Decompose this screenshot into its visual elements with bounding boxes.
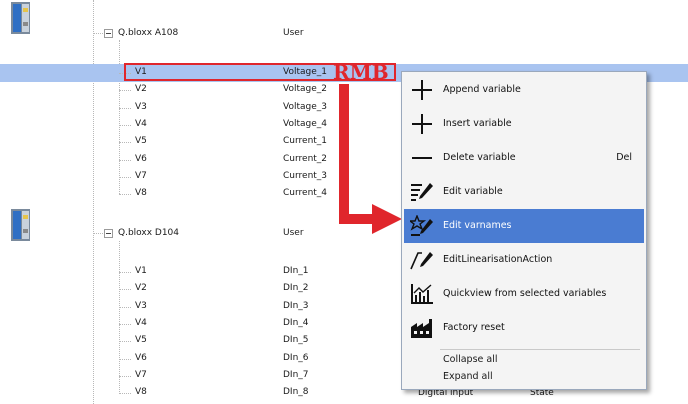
variable-id[interactable]: V2 bbox=[135, 283, 147, 293]
menu-item-label: Edit variable bbox=[443, 186, 503, 197]
tree-connector bbox=[93, 233, 103, 234]
variable-id[interactable]: V5 bbox=[135, 335, 147, 345]
tree-connector bbox=[119, 323, 131, 325]
variable-id[interactable]: V4 bbox=[135, 119, 147, 129]
edit-list-icon bbox=[411, 183, 433, 201]
menu-item-insert-variable[interactable]: Insert variable bbox=[404, 107, 644, 141]
group-type: User bbox=[283, 28, 304, 38]
menu-item-label: Expand all bbox=[443, 371, 493, 382]
collapse-toggle[interactable] bbox=[104, 229, 113, 238]
variable-name[interactable]: Current_2 bbox=[283, 154, 327, 164]
menu-item-edit-linearisation-action[interactable]: EditLinearisationAction bbox=[404, 243, 644, 277]
menu-item-quickview[interactable]: Quickview from selected variables bbox=[404, 277, 644, 311]
variable-name[interactable]: Voltage_2 bbox=[283, 84, 327, 94]
factory-icon bbox=[411, 319, 432, 338]
variable-name[interactable]: Voltage_4 bbox=[283, 119, 327, 129]
variable-name[interactable]: DIn_6 bbox=[283, 353, 309, 363]
minus-icon bbox=[412, 157, 432, 159]
tree-connector bbox=[119, 393, 131, 395]
device-module-icon bbox=[11, 209, 30, 241]
menu-separator bbox=[440, 349, 640, 350]
menu-item-label: Delete variable bbox=[443, 152, 516, 163]
menu-item-label: EditLinearisationAction bbox=[443, 254, 553, 265]
tree-connector bbox=[119, 341, 131, 343]
tree-connector bbox=[119, 159, 131, 161]
variable-name[interactable]: DIn_5 bbox=[283, 335, 309, 345]
menu-item-label: Collapse all bbox=[443, 354, 498, 365]
group-name[interactable]: Q.bloxx D104 bbox=[118, 228, 179, 238]
variable-id[interactable]: V3 bbox=[135, 102, 147, 112]
device-module-icon bbox=[11, 2, 30, 34]
variable-name[interactable]: DIn_1 bbox=[283, 266, 309, 276]
variable-id[interactable]: V5 bbox=[135, 136, 147, 146]
menu-item-label: Edit varnames bbox=[443, 220, 512, 231]
variable-name[interactable]: DIn_4 bbox=[283, 318, 309, 328]
tree-connector bbox=[119, 375, 131, 377]
variable-name[interactable]: DIn_7 bbox=[283, 370, 309, 380]
variable-id[interactable]: V7 bbox=[135, 171, 147, 181]
variable-name[interactable]: Voltage_3 bbox=[283, 102, 327, 112]
variable-id[interactable]: V2 bbox=[135, 84, 147, 94]
variable-id[interactable]: V8 bbox=[135, 387, 147, 397]
tree-connector bbox=[119, 289, 131, 291]
menu-item-expand-all[interactable]: Expand all bbox=[404, 369, 644, 385]
menu-item-shortcut: Del bbox=[616, 152, 632, 163]
menu-item-delete-variable[interactable]: Delete variable Del bbox=[404, 141, 644, 175]
variable-id[interactable]: V3 bbox=[135, 301, 147, 311]
variable-id[interactable]: V8 bbox=[135, 188, 147, 198]
menu-item-label: Insert variable bbox=[443, 118, 512, 129]
menu-item-factory-reset[interactable]: Factory reset bbox=[404, 311, 644, 345]
group-name[interactable]: Q.bloxx A108 bbox=[118, 28, 178, 38]
edit-linear-icon bbox=[410, 252, 433, 270]
tree-connector bbox=[119, 124, 131, 126]
tree-connector bbox=[119, 107, 131, 109]
variable-id[interactable]: V4 bbox=[135, 318, 147, 328]
menu-item-edit-varnames[interactable]: Edit varnames bbox=[404, 209, 644, 243]
tree-guide-group2 bbox=[119, 241, 120, 394]
plus-icon bbox=[412, 114, 432, 134]
variable-id[interactable]: V7 bbox=[135, 370, 147, 380]
edit-star-icon bbox=[410, 215, 433, 236]
group-type: User bbox=[283, 228, 304, 238]
menu-item-label: Append variable bbox=[443, 84, 521, 95]
variable-name[interactable]: DIn_8 bbox=[283, 387, 309, 397]
chart-icon bbox=[411, 284, 433, 304]
tree-guide-root bbox=[93, 0, 94, 404]
variable-name[interactable]: Current_1 bbox=[283, 136, 327, 146]
context-menu: Append variable Insert variable Delete v… bbox=[401, 71, 647, 390]
menu-item-collapse-all[interactable]: Collapse all bbox=[404, 352, 644, 368]
variable-id[interactable]: V1 bbox=[135, 266, 147, 276]
tree-connector bbox=[119, 306, 131, 308]
menu-item-append-variable[interactable]: Append variable bbox=[404, 73, 644, 107]
tree-connector bbox=[119, 142, 131, 144]
tree-connector bbox=[119, 358, 131, 360]
menu-item-label: Factory reset bbox=[443, 322, 505, 333]
tree-connector bbox=[119, 90, 131, 92]
variable-id[interactable]: V6 bbox=[135, 353, 147, 363]
plus-icon bbox=[412, 80, 432, 100]
tree-connector bbox=[119, 176, 131, 178]
variable-name[interactable]: Current_3 bbox=[283, 171, 327, 181]
variable-name[interactable]: Current_4 bbox=[283, 188, 327, 198]
variable-name[interactable]: DIn_2 bbox=[283, 283, 309, 293]
annotation-arrow bbox=[339, 84, 402, 234]
annotation-label: RMB bbox=[333, 60, 389, 84]
variable-id[interactable]: V6 bbox=[135, 154, 147, 164]
menu-item-label: Quickview from selected variables bbox=[443, 288, 607, 299]
tree-connector bbox=[119, 272, 131, 273]
variable-name[interactable]: DIn_3 bbox=[283, 301, 309, 311]
collapse-toggle[interactable] bbox=[104, 29, 113, 38]
tree-connector bbox=[93, 33, 103, 34]
tree-connector bbox=[119, 194, 131, 196]
menu-item-edit-variable[interactable]: Edit variable bbox=[404, 175, 644, 209]
